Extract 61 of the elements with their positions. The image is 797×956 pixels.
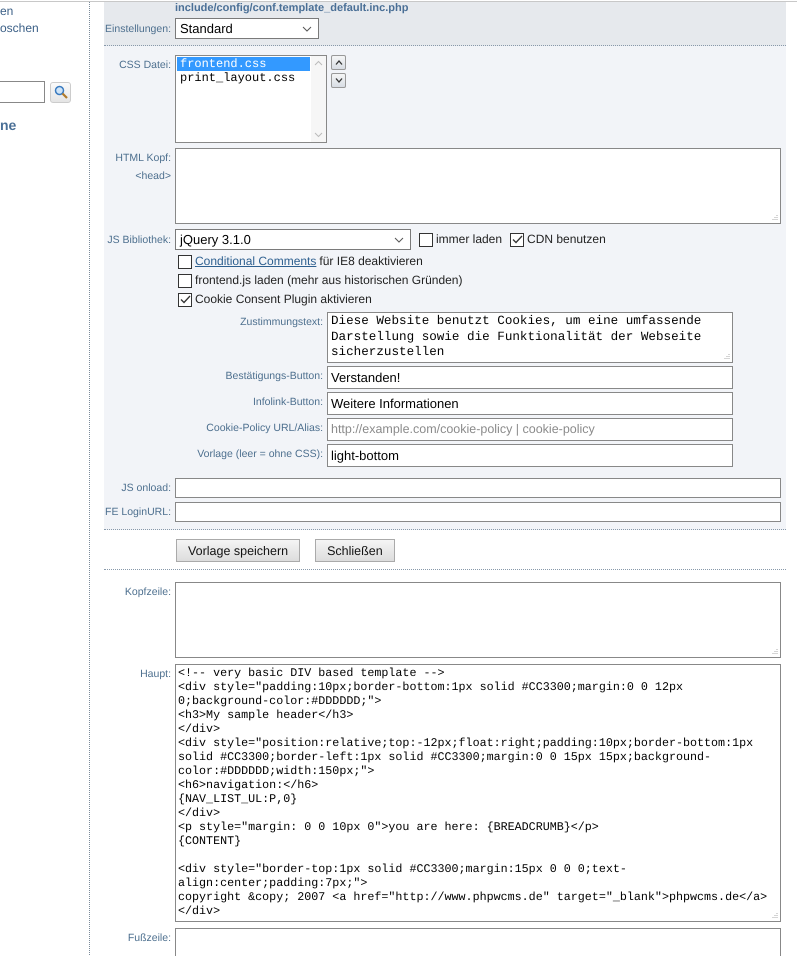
conditional-comments-link[interactable]: Conditional Comments	[195, 252, 316, 271]
scroll-down-icon[interactable]	[314, 132, 323, 138]
list-option[interactable]: print_layout.css	[177, 71, 310, 85]
field-label: Vorlage (leer = ohne CSS):	[196, 447, 324, 461]
field-label: Bestätigungs-Button:	[224, 369, 324, 383]
html-head-textarea[interactable]	[175, 148, 781, 224]
field-label: CSS Datei:	[118, 58, 172, 72]
checkbox[interactable]	[419, 232, 433, 246]
js-library-select[interactable]: jQuery 3.1.0	[175, 229, 411, 250]
field-label: JS onload:	[120, 481, 172, 495]
checkbox-label: frontend.js laden (mehr aus historischen Gründen)	[195, 272, 462, 289]
search-button[interactable]	[50, 82, 71, 102]
template-textarea[interactable]: <!-- very basic DIV based template --> <div style="padding:10px;border-bottom:1px solid #CC3300;margin:0 0 12px 0;background-color:#DDDDDD;"> <h3>My sample header</h3> </div> <div style="position:relative;top:-12px;float:right;padding:10px;border-bottom:1px solid #CC3300;border-left:1px solid #CC3300;margin:0 0 15px 15px;background-color:#DDDDDD;width:150px;"> <h6>navigation:</h6> {NAV_LIST_UL:P,0} </div> <p style="margin: 0 0 10px 0">you are here: {BREADCRUMB}</p> {CONTENT} <div style="border-top:1px solid #CC3300;margin:15px 0 0 0;text-align:center;padding:7px;"> copyright &copy; 2007 <a href="http://www.phpwcms.de" target="_blank">phpwcms.de</a> </div>	[175, 664, 781, 922]
config-path: include/config/conf.template_default.inc.php	[175, 2, 410, 14]
move-down-button[interactable]	[331, 73, 346, 88]
resize-grip-icon	[771, 912, 778, 919]
checkbox-label: CDN benutzen	[527, 231, 606, 248]
text-field[interactable]	[175, 502, 781, 522]
search-icon	[54, 85, 68, 99]
field-label: Zustimmungstext:	[239, 315, 324, 329]
chevron-down-icon	[394, 237, 404, 243]
checkbox-label: Cookie Consent Plugin aktivieren	[195, 291, 372, 308]
field-label: Kopfzeile:	[124, 585, 172, 599]
caret-down-icon	[334, 78, 342, 83]
checkbox[interactable]	[510, 232, 524, 246]
chevron-down-icon	[302, 26, 312, 32]
field-label: JS Bibliothek:	[106, 232, 172, 246]
scrollbar[interactable]	[311, 56, 326, 142]
sidebar-link[interactable]: en	[0, 3, 14, 20]
field-label: HTML Kopf:	[115, 151, 172, 165]
field-label: FE LoginURL:	[104, 505, 172, 519]
resize-grip-icon	[771, 648, 778, 655]
text-field[interactable]	[175, 478, 781, 498]
scroll-up-icon[interactable]	[314, 60, 323, 66]
move-up-button[interactable]	[331, 55, 346, 70]
sidebar-heading: ne	[0, 117, 16, 133]
sidebar-link[interactable]: oschen	[0, 20, 39, 37]
checkbox-label: für IE8 deaktivieren	[319, 253, 423, 270]
field-label: Infolink-Button:	[252, 395, 324, 409]
checkbox[interactable]	[178, 254, 192, 268]
resize-grip-icon	[723, 353, 730, 360]
field-label: Haupt:	[139, 667, 172, 681]
text-field[interactable]: Weitere Informationen	[327, 392, 733, 415]
settings-select[interactable]: Standard	[175, 18, 319, 39]
checkbox-label: immer laden	[436, 231, 502, 248]
field-sublabel: <head>	[135, 169, 172, 183]
consent-textarea[interactable]: Diese Website benutzt Cookies, um eine umfassende Darstellung sowie die Funktionalität der Webseite sicherzustellen	[327, 312, 733, 363]
text-field[interactable]: Verstanden!	[327, 366, 733, 389]
field-label: Cookie-Policy URL/Alias:	[205, 421, 324, 435]
form-button[interactable]: Vorlage speichern	[176, 539, 300, 562]
search-field[interactable]	[0, 81, 45, 103]
field-label: Einstellungen:	[104, 22, 172, 36]
template-textarea[interactable]	[175, 582, 781, 658]
field-label: Fußzeile:	[126, 931, 172, 945]
caret-up-icon	[334, 60, 342, 65]
css-file-listbox[interactable]: frontend.css print_layout.css	[175, 55, 327, 143]
text-field[interactable]: light-bottom	[327, 444, 733, 467]
form-button[interactable]: Schließen	[315, 539, 395, 562]
resize-grip-icon	[771, 214, 778, 221]
checkbox[interactable]	[178, 274, 192, 288]
checkbox[interactable]	[178, 292, 192, 306]
